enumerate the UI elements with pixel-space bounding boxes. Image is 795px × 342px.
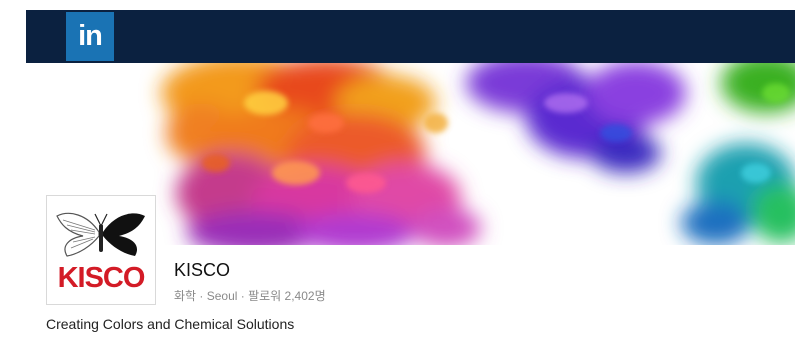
- company-logo-wordmark: KISCO: [57, 262, 146, 294]
- company-logo[interactable]: KISCO: [46, 195, 156, 305]
- company-tagline: Creating Colors and Chemical Solutions: [46, 316, 295, 332]
- linkedin-company-card: in KISCO KISCO 화학 · Seoul · 팔로워 2,402명 C…: [26, 10, 795, 342]
- company-meta: 화학 · Seoul · 팔로워 2,402명: [174, 289, 326, 303]
- linkedin-logo-icon[interactable]: in: [66, 12, 114, 61]
- company-name[interactable]: KISCO: [174, 259, 230, 281]
- linkedin-top-bar: in: [26, 10, 795, 63]
- butterfly-icon: [56, 212, 145, 257]
